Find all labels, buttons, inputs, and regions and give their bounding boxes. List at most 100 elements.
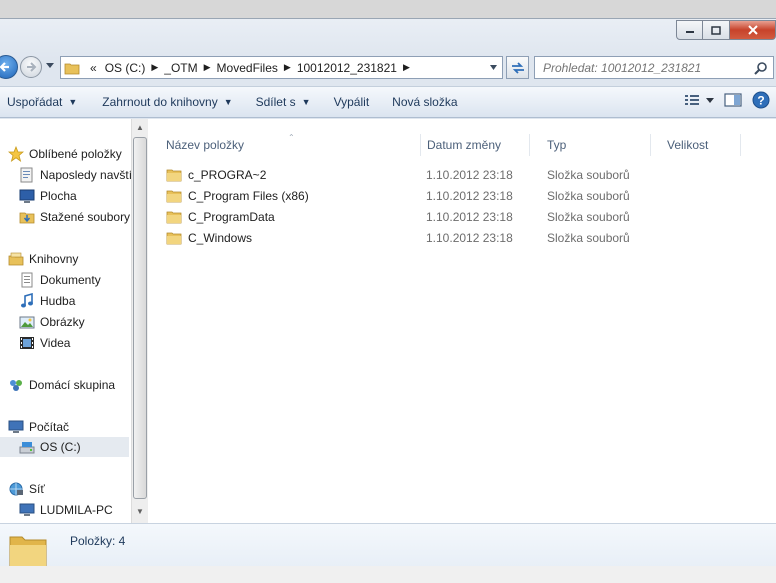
chevron-right-icon[interactable]: ▶ (149, 62, 160, 73)
sidebar-item-label: Dokumenty (40, 273, 101, 287)
arrow-right-icon (27, 62, 37, 72)
column-header-size[interactable]: Velikost (649, 134, 741, 156)
sidebar-item-drive-c[interactable]: OS (C:) (0, 437, 129, 457)
network-icon (8, 481, 24, 497)
breadcrumb-item-current[interactable]: 10012012_231821 (293, 61, 401, 75)
table-row[interactable]: C_Program Files (x86) 1.10.2012 23:18 Sl… (166, 186, 766, 207)
recent-places-icon (19, 167, 35, 183)
svg-text:?: ? (757, 94, 764, 108)
chevron-right-icon[interactable]: ▶ (401, 62, 412, 73)
navigation-scrollbar[interactable]: ▲ ▼ (131, 119, 148, 523)
desktop-icon (19, 188, 35, 204)
maximize-button[interactable] (703, 20, 730, 40)
table-row[interactable]: C_Windows 1.10.2012 23:18 Složka souborů (166, 228, 766, 249)
navigation-bar: « OS (C:) ▶ _OTM ▶ MovedFiles ▶ 10012012… (0, 53, 776, 83)
column-header-type[interactable]: Typ (529, 134, 651, 156)
file-type: Složka souborů (547, 168, 630, 182)
refresh-icon (511, 61, 524, 74)
sidebar-item-downloads[interactable]: Stažené soubory (19, 207, 130, 227)
sidebar-item-homegroup[interactable]: Domácí skupina (8, 375, 115, 395)
file-date: 1.10.2012 23:18 (426, 231, 513, 245)
breadcrumb-item-otm[interactable]: _OTM (160, 61, 201, 75)
scroll-up-icon[interactable]: ▲ (136, 123, 144, 132)
sidebar-item-desktop[interactable]: Plocha (19, 186, 77, 206)
sidebar-item-network[interactable]: Síť (8, 479, 45, 499)
sidebar-item-music[interactable]: Hudba (19, 291, 75, 311)
new-folder-label: Nová složka (392, 95, 458, 109)
sidebar-item-pc[interactable]: LUDMILA-PC (19, 500, 113, 520)
sidebar-item-label: Obrázky (40, 315, 85, 329)
share-with-button[interactable]: Sdílet s ▼ (249, 90, 321, 114)
sidebar-item-documents[interactable]: Dokumenty (19, 270, 101, 290)
sidebar-item-pictures[interactable]: Obrázky (19, 312, 85, 332)
drive-icon (19, 439, 35, 455)
search-input[interactable] (535, 60, 745, 75)
include-label: Zahrnout do knihovny (102, 95, 218, 109)
folder-icon (64, 63, 80, 74)
back-button[interactable] (0, 55, 18, 79)
organize-button[interactable]: Uspořádat ▼ (0, 90, 87, 114)
chevron-down-icon: ▼ (68, 97, 78, 107)
close-button[interactable] (730, 20, 776, 40)
refresh-button[interactable] (506, 56, 529, 79)
column-header-date[interactable]: Datum změny (409, 134, 530, 156)
minimize-icon (685, 31, 694, 33)
chevron-down-icon[interactable] (489, 64, 498, 71)
breadcrumb-item-movedfiles[interactable]: MovedFiles (213, 61, 282, 75)
file-date: 1.10.2012 23:18 (426, 168, 513, 182)
sidebar-item-label: OS (C:) (40, 440, 81, 454)
new-folder-button[interactable]: Nová složka (385, 90, 467, 114)
toolbar-right: ? (684, 91, 770, 109)
breadcrumb-item-drive[interactable]: OS (C:) (101, 61, 150, 75)
breadcrumb-overflow[interactable]: « (86, 61, 101, 75)
column-headers: Název položky Datum změny Typ Velikost (148, 134, 776, 156)
sidebar-item-label: Domácí skupina (29, 378, 116, 392)
forward-button[interactable] (20, 56, 42, 78)
search-box[interactable] (534, 56, 774, 79)
close-icon (747, 25, 758, 35)
file-list: ⌃ Název položky Datum změny Typ Velikost… (148, 119, 776, 523)
item-count: Položky: 4 (70, 534, 126, 548)
burn-label: Vypálit (333, 95, 370, 109)
videos-icon (19, 335, 35, 351)
music-note-icon (19, 293, 35, 309)
table-row[interactable]: c_PROGRA~2 1.10.2012 23:18 Složka soubor… (166, 165, 766, 186)
sidebar-item-videos[interactable]: Videa (19, 333, 70, 353)
column-header-name[interactable]: Název položky (148, 134, 421, 156)
help-icon[interactable]: ? (752, 91, 770, 109)
burn-button[interactable]: Vypálit (327, 90, 380, 114)
desktop-background (0, 566, 776, 583)
computer-icon (19, 502, 35, 518)
sidebar-item-libraries[interactable]: Knihovny (8, 249, 78, 269)
address-bar[interactable]: « OS (C:) ▶ _OTM ▶ MovedFiles ▶ 10012012… (60, 56, 503, 79)
sidebar-item-label: LUDMILA-PC (40, 503, 113, 517)
sidebar-item-label: Hudba (40, 294, 76, 308)
sidebar-item-favorites[interactable]: Oblíbené položky (8, 144, 122, 164)
libraries-icon (8, 251, 24, 267)
arrow-left-icon (0, 62, 9, 72)
sidebar-item-label: Naposledy navštívené (40, 168, 131, 182)
file-name: C_ProgramData (188, 210, 275, 224)
command-bar: Uspořádat ▼ Zahrnout do knihovny ▼ Sdíle… (0, 86, 776, 118)
minimize-button[interactable] (676, 20, 703, 40)
table-row[interactable]: C_ProgramData 1.10.2012 23:18 Složka sou… (166, 207, 766, 228)
view-options-icon[interactable] (684, 92, 714, 108)
search-icon[interactable] (754, 61, 768, 75)
chevron-right-icon[interactable]: ▶ (282, 62, 293, 73)
explorer-window: « OS (C:) ▶ _OTM ▶ MovedFiles ▶ 10012012… (0, 18, 776, 581)
pictures-icon (19, 314, 35, 330)
sidebar-item-computer[interactable]: Počítač (8, 417, 69, 437)
computer-icon (8, 419, 24, 435)
chevron-right-icon[interactable]: ▶ (202, 62, 213, 73)
preview-pane-icon[interactable] (724, 92, 742, 108)
folder-icon (166, 169, 182, 182)
include-in-library-button[interactable]: Zahrnout do knihovny ▼ (95, 90, 242, 114)
file-type: Složka souborů (547, 231, 630, 245)
sidebar-item-label: Stažené soubory (40, 210, 131, 224)
scroll-down-icon[interactable]: ▼ (136, 507, 144, 516)
scrollbar-thumb[interactable] (133, 137, 147, 499)
sidebar-item-label: Oblíbené položky (29, 147, 122, 161)
maximize-icon (711, 25, 721, 35)
recent-pages-dropdown[interactable] (45, 62, 55, 70)
sidebar-item-recent[interactable]: Naposledy navštívené (19, 165, 131, 185)
